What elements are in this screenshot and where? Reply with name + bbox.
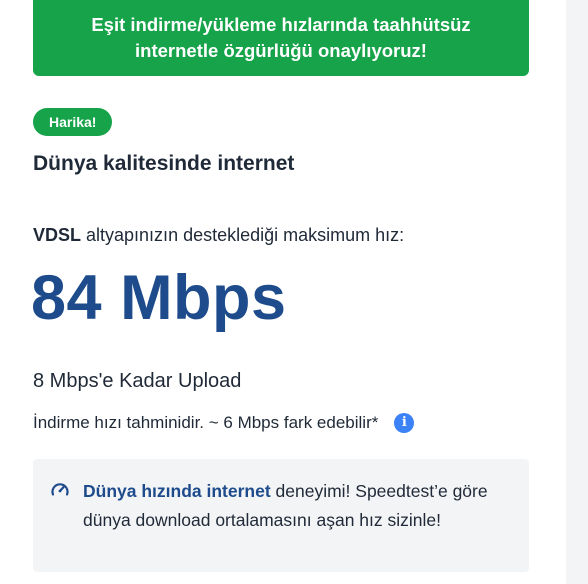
- upload-speed-text: 8 Mbps'e Kadar Upload: [33, 370, 242, 392]
- max-speed-text: altyapınızın desteklediği maksimum hız:: [81, 225, 405, 245]
- tech-name: VDSL: [33, 225, 82, 245]
- promo-banner-text: Eşit indirme/yükleme hızlarında taahhüts…: [91, 12, 470, 64]
- info-icon[interactable]: i: [394, 413, 415, 433]
- speedtest-note: Dünya hızında internet deneyimi! Speedte…: [33, 459, 529, 572]
- speedometer-icon: [50, 480, 70, 500]
- internet-offer-card: Eşit indirme/yükleme hızlarında taahhüts…: [0, 0, 566, 584]
- estimate-text: İndirme hızı tahminidir. ~ 6 Mbps fark e…: [33, 413, 379, 432]
- estimate-row: İndirme hızı tahminidir. ~ 6 Mbps fark e…: [33, 413, 415, 433]
- download-speed-value: 84 Mbps: [31, 263, 287, 333]
- promo-banner-line1: Eşit indirme/yükleme hızlarında taahhüts…: [91, 14, 471, 35]
- promo-banner-line2: internetle özgürlüğü onaylıyoruz!: [135, 40, 427, 61]
- quality-badge: Harika!: [33, 108, 113, 136]
- headline: Dünya kalitesinde internet: [33, 152, 295, 175]
- note-bold-text: Dünya hızında internet: [83, 481, 271, 501]
- max-speed-label: VDSL altyapınızın desteklediği maksimum …: [33, 225, 404, 246]
- promo-banner[interactable]: Eşit indirme/yükleme hızlarında taahhüts…: [33, 0, 529, 76]
